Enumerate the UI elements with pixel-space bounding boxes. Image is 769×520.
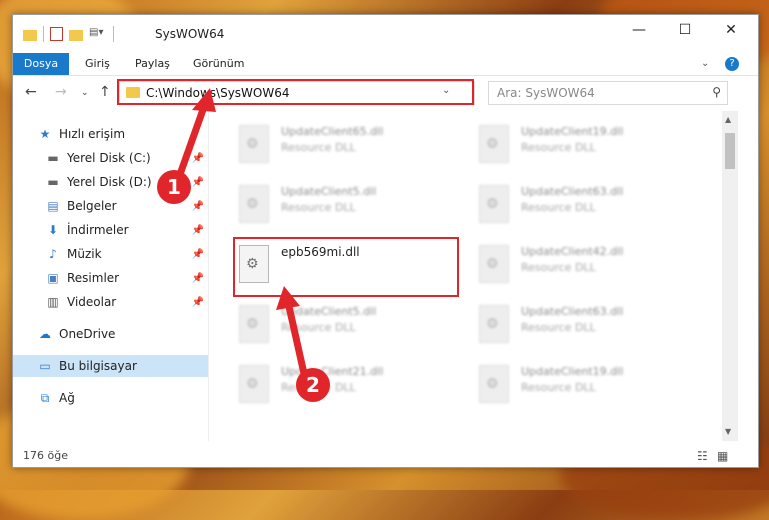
callout-badge-1: 1 bbox=[157, 170, 191, 204]
callout-badge-2: 2 bbox=[296, 368, 330, 402]
annotation-arrows bbox=[174, 88, 309, 382]
arrow-2-shaft bbox=[284, 298, 309, 382]
arrow-2-head bbox=[276, 286, 300, 310]
arrow-1-shaft bbox=[174, 100, 209, 184]
arrow-1-head bbox=[192, 88, 216, 112]
